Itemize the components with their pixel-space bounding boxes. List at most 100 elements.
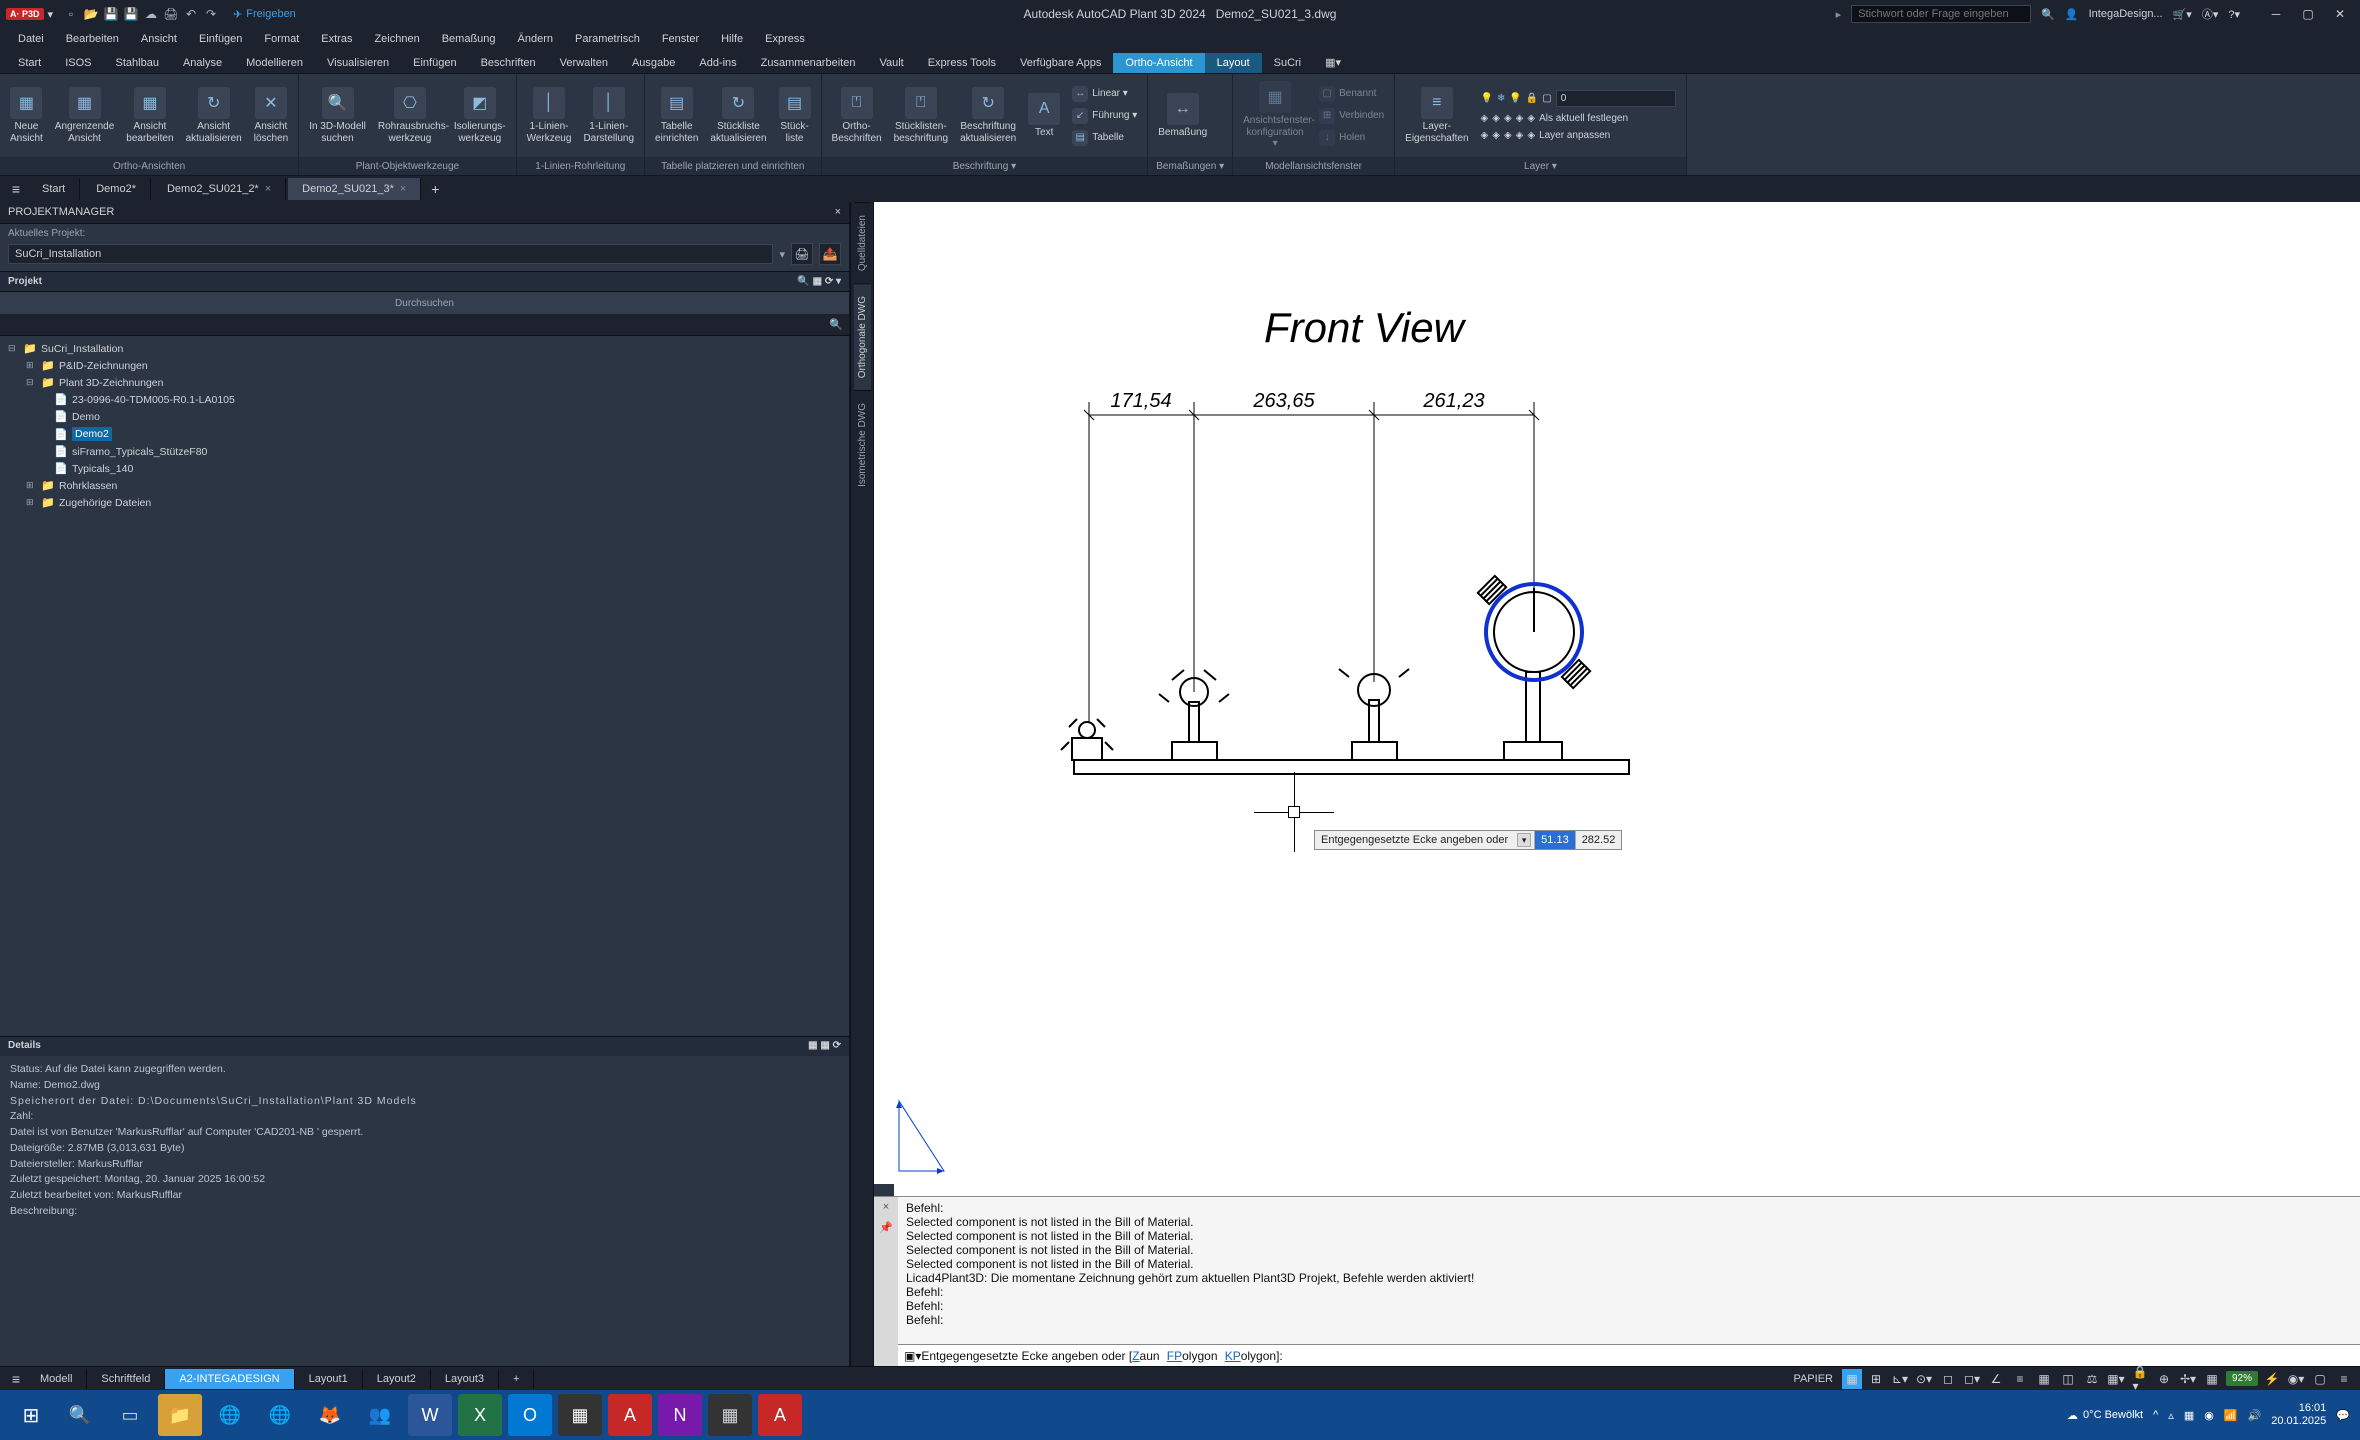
transparency-icon[interactable]: ▦: [2034, 1369, 2054, 1389]
ribbon-tab-modellieren[interactable]: Modellieren: [234, 53, 315, 73]
bom-annotate-button[interactable]: ⍞Stücklisten- beschriftung: [890, 85, 952, 146]
anno-vis-icon[interactable]: ⊕: [2154, 1369, 2174, 1389]
panel-dimensions[interactable]: Bemaßungen ▾: [1148, 157, 1232, 175]
details-icons[interactable]: ▦ ▦ ⟳: [808, 1040, 841, 1053]
menu-ansicht[interactable]: Ansicht: [131, 30, 187, 48]
panel-layer[interactable]: Layer ▾: [1395, 157, 1686, 175]
web-icon[interactable]: ☁: [143, 6, 159, 22]
user-label[interactable]: IntegaDesign...: [2089, 8, 2163, 20]
ribbon-tab-beschriften[interactable]: Beschriften: [469, 53, 548, 73]
menu-aendern[interactable]: Ändern: [508, 30, 563, 48]
onenote-icon[interactable]: N: [658, 1394, 702, 1436]
search-icon[interactable]: 🔍: [829, 318, 843, 331]
volume-icon[interactable]: 🔊: [2248, 1409, 2262, 1422]
menu-hilfe[interactable]: Hilfe: [711, 30, 753, 48]
help-icon[interactable]: ?▾: [2228, 8, 2240, 21]
project-name-input[interactable]: [8, 244, 773, 264]
taskview-icon[interactable]: ▭: [108, 1394, 152, 1436]
layout-tab-2[interactable]: Layout2: [363, 1369, 431, 1389]
app3-icon[interactable]: A: [758, 1394, 802, 1436]
delete-view-button[interactable]: ✕Ansicht löschen: [250, 85, 292, 146]
clock[interactable]: 16:01 20.01.2025: [2271, 1402, 2326, 1428]
layer-setcurrent-button[interactable]: ◈◈◈◈◈ Als aktuell festlegen: [1477, 111, 1680, 126]
dyn-value-x[interactable]: 51.13: [1534, 831, 1575, 849]
weather-widget[interactable]: ☁ 0°C Bewölkt: [2067, 1409, 2143, 1422]
dimension-button[interactable]: ↔Bemaßung: [1154, 91, 1211, 141]
menu-express[interactable]: Express: [755, 30, 815, 48]
qat-dropdown-icon[interactable]: ▾: [48, 8, 54, 21]
table-setup-button[interactable]: ▤Tabelle einrichten: [651, 85, 702, 146]
pm-close-icon[interactable]: ×: [835, 206, 841, 218]
lwt-icon[interactable]: ≡: [2010, 1369, 2030, 1389]
command-history[interactable]: Befehl: Selected component is not listed…: [898, 1197, 2360, 1344]
new-icon[interactable]: ▫: [63, 6, 79, 22]
tree-zug[interactable]: ⊞📁Zugehörige Dateien: [0, 494, 849, 511]
doc-tab-start[interactable]: Start: [28, 178, 80, 200]
word-icon[interactable]: W: [408, 1394, 452, 1436]
ribbon-tab-isos[interactable]: ISOS: [53, 53, 103, 73]
layout-tab-add[interactable]: +: [499, 1369, 534, 1389]
ribbon-tab-apps[interactable]: Verfügbare Apps: [1008, 53, 1113, 73]
network-icon[interactable]: 📶: [2224, 1409, 2238, 1422]
units-icon[interactable]: ✢▾: [2178, 1369, 2198, 1389]
edge-icon[interactable]: 🌐: [258, 1394, 302, 1436]
command-input[interactable]: ▣▾ Entgegengesetzte Ecke angeben oder [ …: [898, 1344, 2360, 1366]
menu-zeichnen[interactable]: Zeichnen: [364, 30, 429, 48]
tree-p3d[interactable]: ⊟📁Plant 3D-Zeichnungen: [0, 374, 849, 391]
minimize-button[interactable]: ─: [2262, 5, 2290, 23]
menu-format[interactable]: Format: [254, 30, 309, 48]
doc-tab-1[interactable]: Demo2*: [82, 178, 151, 200]
layer-select[interactable]: [1556, 90, 1676, 107]
ribbon-tab-visualisieren[interactable]: Visualisieren: [315, 53, 401, 73]
pm-search-label[interactable]: Durchsuchen: [0, 292, 849, 314]
cycling-icon[interactable]: ◫: [2058, 1369, 2078, 1389]
pm-section-icons[interactable]: 🔍 ▦ ⟳ ▾: [797, 276, 841, 287]
tray-chevron-icon[interactable]: ^: [2153, 1409, 2158, 1421]
paper-label[interactable]: PAPIER: [1788, 1371, 1838, 1387]
menu-datei[interactable]: Datei: [8, 30, 54, 48]
teams-icon[interactable]: 👥: [358, 1394, 402, 1436]
help-search-input[interactable]: [1851, 5, 2031, 23]
grid-icon[interactable]: ▦: [1842, 1369, 1862, 1389]
ribbon-tab-express[interactable]: Express Tools: [916, 53, 1008, 73]
osnap-icon[interactable]: ◻: [1938, 1369, 1958, 1389]
customize-icon[interactable]: ≡: [2334, 1369, 2354, 1389]
start-button[interactable]: ⊞: [10, 1394, 52, 1436]
maximize-button[interactable]: ▢: [2294, 5, 2322, 23]
bom-update-button[interactable]: ↻Stückliste aktualisieren: [706, 85, 770, 146]
pm-print-button[interactable]: 🖨: [791, 243, 813, 265]
tray-icon[interactable]: ▵: [2168, 1409, 2174, 1422]
layout-tab-1[interactable]: Layout1: [295, 1369, 363, 1389]
1line-tool-button[interactable]: │1-Linien- Werkzeug: [523, 85, 576, 146]
layout-tab-3[interactable]: Layout3: [431, 1369, 499, 1389]
app2-icon[interactable]: ▦: [708, 1394, 752, 1436]
add-tab-button[interactable]: +: [423, 181, 447, 197]
3dosnap-icon[interactable]: ◻▾: [1962, 1369, 1982, 1389]
edit-view-button[interactable]: ▦Ansicht bearbeiten: [122, 85, 177, 146]
tray-icon[interactable]: ▦: [2184, 1409, 2194, 1422]
linear-dim-button[interactable]: ↔Linear ▾: [1068, 84, 1141, 104]
zoom-badge[interactable]: 92%: [2226, 1371, 2258, 1386]
autocad-icon[interactable]: A: [608, 1394, 652, 1436]
dyn-options-icon[interactable]: ▾: [1517, 833, 1531, 847]
plot-icon[interactable]: 🖨: [163, 6, 179, 22]
tray-icon[interactable]: ◉: [2204, 1409, 2214, 1422]
close-icon[interactable]: ×: [265, 183, 271, 195]
cmd-close-icon[interactable]: ×: [874, 1197, 898, 1217]
ortho-annotate-button[interactable]: ⍞Ortho- Beschriften: [828, 85, 886, 146]
insulation-button[interactable]: ◩Isolierungs- werkzeug: [450, 85, 510, 146]
side-tab-source[interactable]: Quelldateien: [854, 202, 871, 283]
menu-parametrisch[interactable]: Parametrisch: [565, 30, 650, 48]
viewport-config-button[interactable]: ▦Ansichtsfenster- konfiguration ▾: [1239, 79, 1311, 152]
layer-props-button[interactable]: ≡Layer- Eigenschaften: [1401, 85, 1472, 146]
ribbon-tab-einfuegen[interactable]: Einfügen: [401, 53, 468, 73]
ribbon-tab-start[interactable]: Start: [6, 53, 53, 73]
doc-tab-3[interactable]: Demo2_SU021_3*×: [288, 178, 421, 200]
project-dropdown-icon[interactable]: ▾: [779, 248, 785, 261]
pipe-gap-button[interactable]: ⎔Rohrausbruchs- werkzeug: [374, 85, 446, 146]
panel-annotation[interactable]: Beschriftung ▾: [822, 157, 1148, 175]
1line-display-button[interactable]: │1-Linien- Darstellung: [579, 85, 638, 146]
adjacent-view-button[interactable]: ▦Angrenzende Ansicht: [51, 85, 119, 146]
autodesk-app-icon[interactable]: Ⓐ▾: [2202, 6, 2219, 22]
cart-icon[interactable]: 🛒▾: [2173, 8, 2192, 21]
